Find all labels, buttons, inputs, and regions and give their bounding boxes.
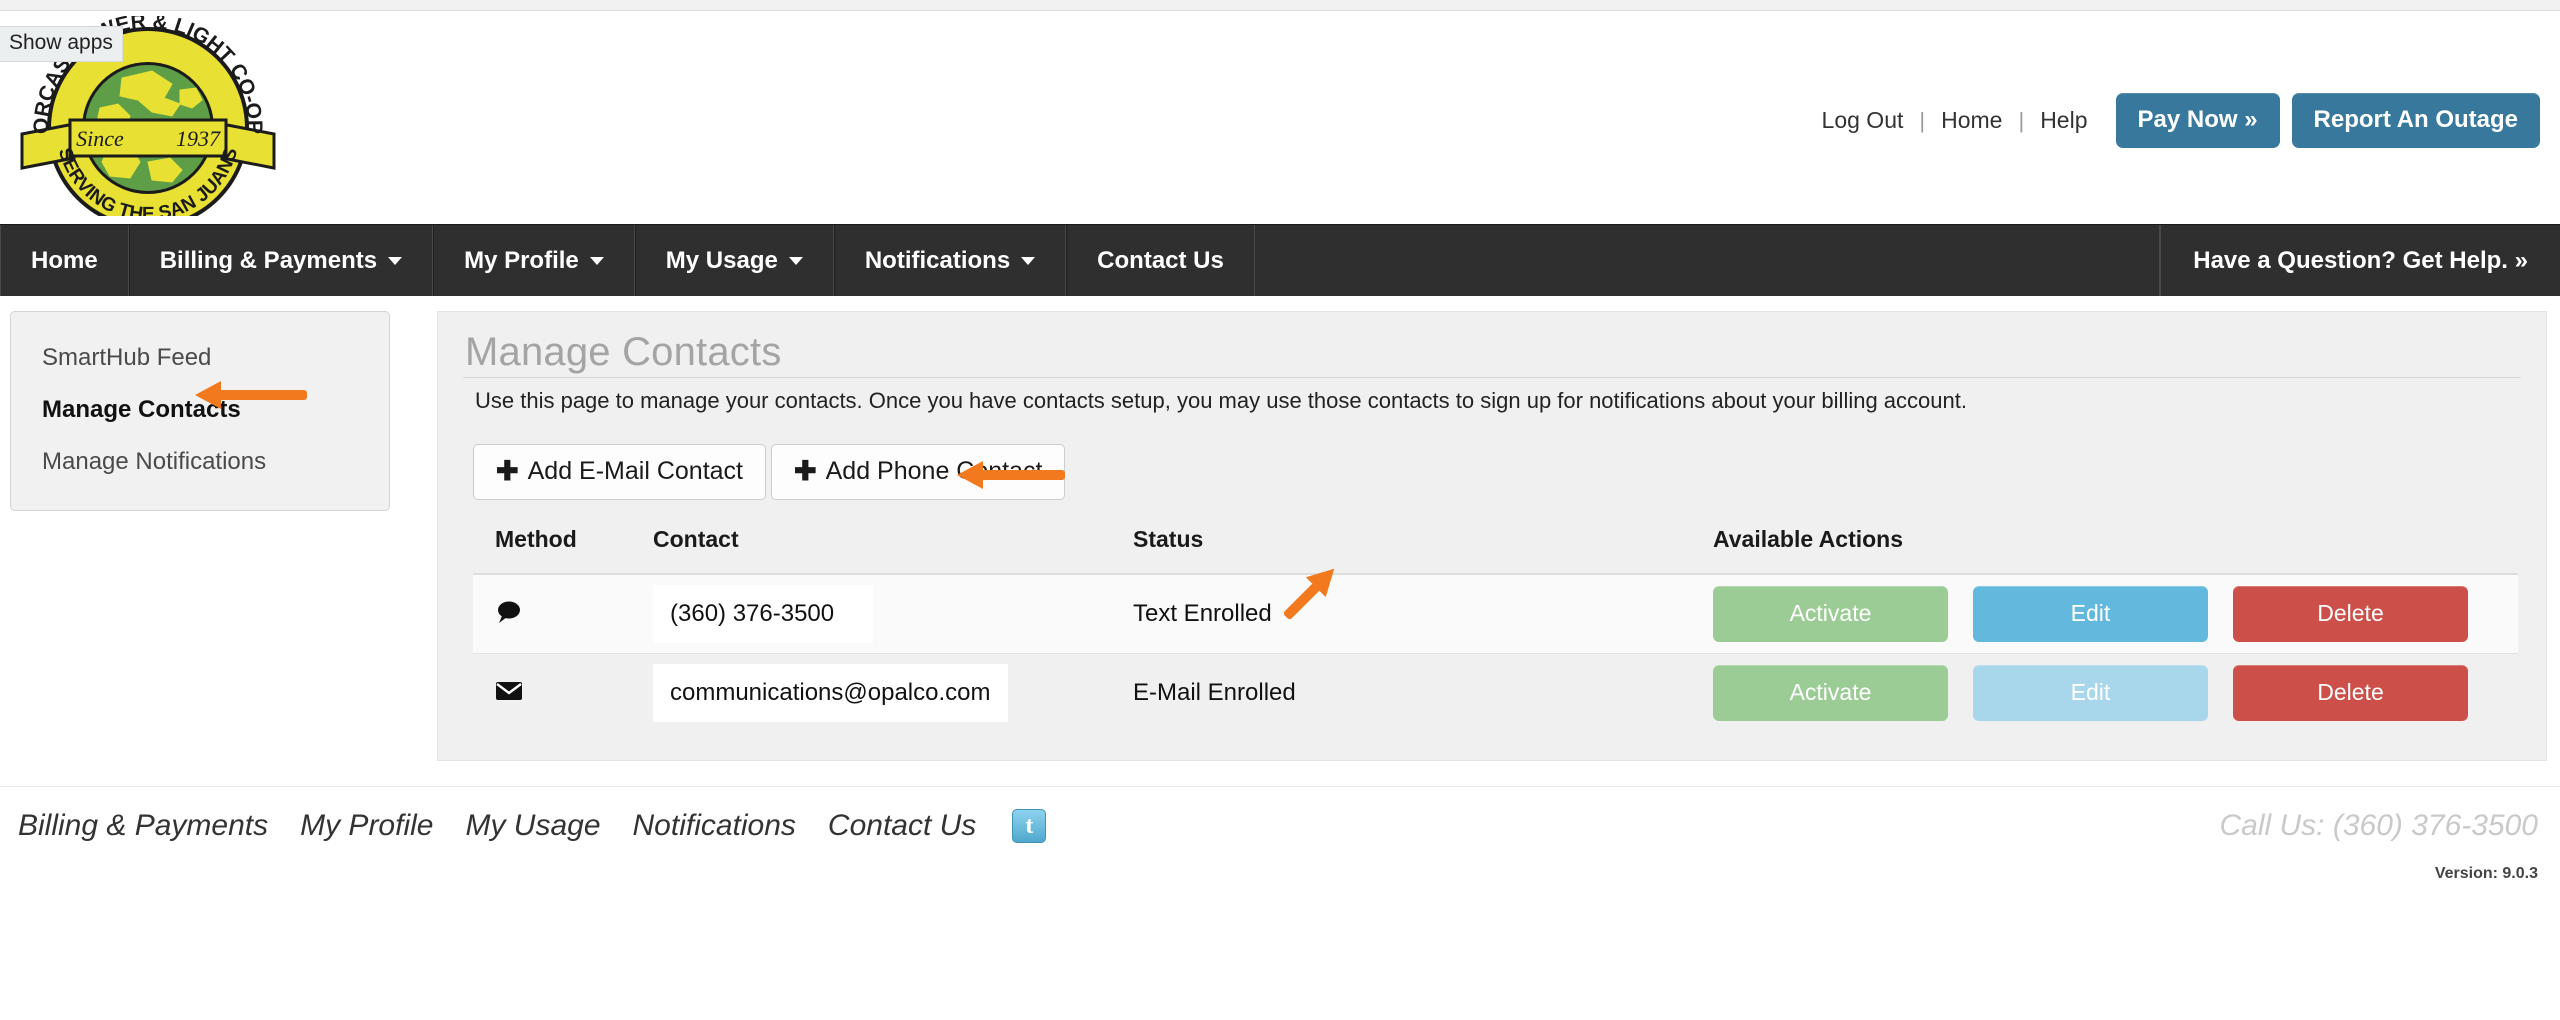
sidebar-item-manage-notifications[interactable]: Manage Notifications xyxy=(11,436,389,488)
sidebar-item-manage-contacts[interactable]: Manage Contacts xyxy=(11,384,389,436)
site-header: ORCAS POWER & LIGHT CO-OP SERVING THE SA… xyxy=(0,10,2560,229)
footer-link-my-usage[interactable]: My Usage xyxy=(465,809,600,843)
footer-call-us: Call Us: (360) 376-3500 xyxy=(2219,809,2538,842)
cell-actions: Activate Edit Delete xyxy=(1713,574,2518,654)
table-header-row: Method Contact Status Available Actions xyxy=(473,526,2518,575)
column-header-contact: Contact xyxy=(653,526,1133,575)
page-root: ORCAS POWER & LIGHT CO-OP SERVING THE SA… xyxy=(0,0,2560,1020)
chevron-down-icon xyxy=(388,256,403,265)
contacts-table-body: (360) 376-3500 Text Enrolled Activate Ed… xyxy=(473,574,2518,732)
chevron-down-icon xyxy=(788,256,803,265)
contact-value-field[interactable]: communications@opalco.com xyxy=(653,664,1008,722)
nav-item-my-profile[interactable]: My Profile xyxy=(433,225,635,296)
row-action-buttons: Activate Edit Delete xyxy=(1713,665,2518,721)
activate-button[interactable]: Activate xyxy=(1713,586,1948,642)
chevron-down-icon xyxy=(589,256,604,265)
body-area: SmartHub Feed Manage Contacts Manage Not… xyxy=(0,296,2560,786)
footer-link-contact-us[interactable]: Contact Us xyxy=(828,809,976,843)
add-phone-contact-button[interactable]: ✚ Add Phone Contact xyxy=(771,444,1066,500)
row-action-buttons: Activate Edit Delete xyxy=(1713,586,2518,642)
activate-button[interactable]: Activate xyxy=(1713,665,1948,721)
nav-item-contact-us[interactable]: Contact Us xyxy=(1066,225,1255,296)
plus-icon: ✚ xyxy=(496,456,519,486)
log-out-link[interactable]: Log Out xyxy=(1806,109,1920,132)
add-phone-contact-label: Add Phone Contact xyxy=(825,457,1043,485)
footer-links: Billing & Payments My Profile My Usage N… xyxy=(18,809,1047,843)
report-outage-button[interactable]: Report An Outage xyxy=(2291,93,2540,148)
edit-button[interactable]: Edit xyxy=(1973,665,2208,721)
nav-get-help-link[interactable]: Have a Question? Get Help. » xyxy=(2160,225,2560,296)
nav-item-label: Contact Us xyxy=(1097,246,1224,274)
footer-link-billing-payments[interactable]: Billing & Payments xyxy=(18,809,268,843)
status-text-row-1: E-Mail Enrolled xyxy=(1133,679,1296,706)
logo-since-text: Since xyxy=(76,126,124,151)
status-text-row-0: Text Enrolled xyxy=(1133,600,1272,627)
chevron-down-icon xyxy=(1021,256,1036,265)
sidebar-item-label: SmartHub Feed xyxy=(42,344,212,371)
sidebar-item-label: Manage Notifications xyxy=(42,448,267,475)
nav-item-label: Home xyxy=(31,246,98,274)
table-row: (360) 376-3500 Text Enrolled Activate Ed… xyxy=(473,574,2518,654)
page-title: Manage Contacts xyxy=(465,330,782,374)
nav-item-home[interactable]: Home xyxy=(0,225,129,296)
delete-button[interactable]: Delete xyxy=(2233,586,2468,642)
delete-button[interactable]: Delete xyxy=(2233,665,2468,721)
browser-chrome-strip xyxy=(0,0,2560,11)
add-contact-buttons: ✚ Add E-Mail Contact ✚ Add Phone Contact xyxy=(473,444,2521,500)
content-panel: Manage Contacts Use this page to manage … xyxy=(437,311,2547,761)
main-navigation: Home Billing & Payments My Profile My Us… xyxy=(0,224,2560,296)
nav-item-label: My Profile xyxy=(464,246,579,274)
nav-item-notifications[interactable]: Notifications xyxy=(833,225,1067,296)
home-link[interactable]: Home xyxy=(1925,109,2018,132)
sidebar-item-label: Manage Contacts xyxy=(42,396,241,423)
add-email-contact-button[interactable]: ✚ Add E-Mail Contact xyxy=(473,444,766,500)
cell-method xyxy=(473,653,653,732)
add-email-contact-label: Add E-Mail Contact xyxy=(527,457,743,485)
contacts-table: Method Contact Status Available Actions xyxy=(473,526,2518,732)
column-header-method: Method xyxy=(473,526,653,575)
nav-item-label: My Usage xyxy=(665,246,778,274)
envelope-icon-svg xyxy=(496,682,522,700)
envelope-icon xyxy=(495,677,523,708)
cell-actions: Activate Edit Delete xyxy=(1713,653,2518,732)
footer-version: Version: 9.0.3 xyxy=(2434,865,2538,882)
contacts-table-header: Method Contact Status Available Actions xyxy=(473,526,2518,575)
footer-link-my-profile[interactable]: My Profile xyxy=(300,809,433,843)
cell-contact: (360) 376-3500 xyxy=(653,574,1133,654)
table-row: communications@opalco.com E-Mail Enrolle… xyxy=(473,653,2518,732)
cell-contact: communications@opalco.com xyxy=(653,653,1133,732)
help-link[interactable]: Help xyxy=(2024,109,2103,132)
sidebar: SmartHub Feed Manage Contacts Manage Not… xyxy=(10,311,390,511)
show-apps-tooltip[interactable]: Show apps xyxy=(0,26,123,62)
footer-link-notifications[interactable]: Notifications xyxy=(633,809,796,843)
column-header-available-actions: Available Actions xyxy=(1713,526,2518,575)
logo-year-text: 1937 xyxy=(176,126,221,151)
nav-item-label: Notifications xyxy=(864,246,1011,274)
site-footer: Billing & Payments My Profile My Usage N… xyxy=(0,786,2560,906)
column-header-status: Status xyxy=(1133,526,1713,575)
contact-value-field[interactable]: (360) 376-3500 xyxy=(653,585,873,643)
twitter-icon[interactable]: t xyxy=(1012,809,1047,843)
nav-item-label: Billing & Payments xyxy=(159,246,378,274)
comment-icon xyxy=(495,599,523,630)
page-description: Use this page to manage your contacts. O… xyxy=(475,388,1967,413)
cell-status: Text Enrolled xyxy=(1133,574,1713,654)
title-divider xyxy=(463,377,2521,378)
pay-now-button[interactable]: Pay Now » xyxy=(2115,93,2280,148)
nav-spacer xyxy=(1255,225,2161,296)
sidebar-item-smarthub-feed[interactable]: SmartHub Feed xyxy=(11,332,389,384)
cell-status: E-Mail Enrolled xyxy=(1133,653,1713,732)
utility-nav: Log Out | Home | Help Pay Now » Report A… xyxy=(1806,93,2540,148)
cell-method xyxy=(473,574,653,654)
edit-button[interactable]: Edit xyxy=(1973,586,2208,642)
nav-item-my-usage[interactable]: My Usage xyxy=(634,225,834,296)
nav-item-billing-payments[interactable]: Billing & Payments xyxy=(128,225,434,296)
comment-icon-svg xyxy=(498,601,520,623)
plus-icon: ✚ xyxy=(794,456,817,486)
